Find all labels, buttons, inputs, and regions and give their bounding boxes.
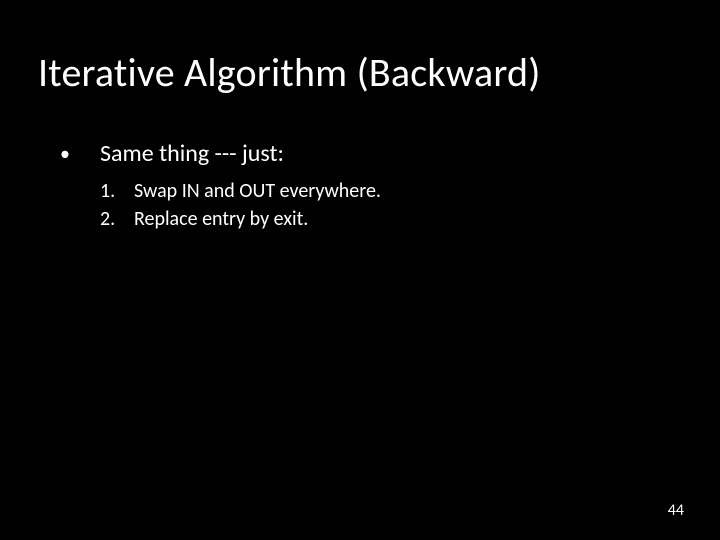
list-number: 2. <box>100 206 134 232</box>
list-item: 1. Swap IN and OUT everywhere. <box>100 178 660 204</box>
list-text: Swap IN and OUT everywhere. <box>134 178 381 204</box>
bullet-marker: • <box>60 140 100 168</box>
slide-title: Iterative Algorithm (Backward) <box>38 48 541 97</box>
slide: Iterative Algorithm (Backward) • Same th… <box>0 0 720 540</box>
slide-body: • Same thing --- just: 1. Swap IN and OU… <box>60 140 660 234</box>
list-item: 2. Replace entry by exit. <box>100 206 660 232</box>
bullet-item: • Same thing --- just: <box>60 140 660 168</box>
page-number: 44 <box>668 501 684 520</box>
list-number: 1. <box>100 178 134 204</box>
list-text: Replace entry by exit. <box>134 206 308 232</box>
numbered-list: 1. Swap IN and OUT everywhere. 2. Replac… <box>100 178 660 232</box>
bullet-text: Same thing --- just: <box>100 140 284 168</box>
